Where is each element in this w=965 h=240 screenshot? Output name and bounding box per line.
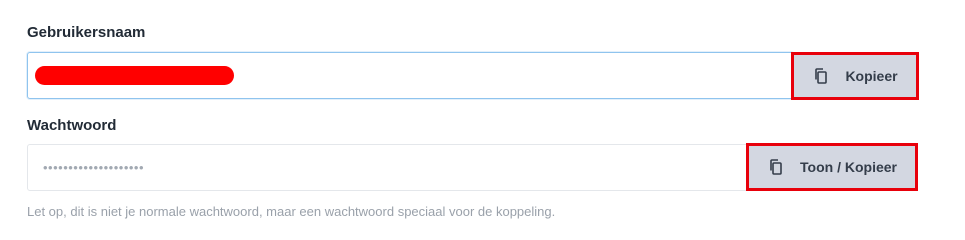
show-copy-password-button[interactable]: Toon / Kopieer: [746, 143, 918, 191]
copy-username-button[interactable]: Kopieer: [791, 52, 919, 100]
helper-text: Let op, dit is niet je normale wachtwoor…: [27, 204, 556, 219]
password-field[interactable]: ••••••••••••••••••••: [27, 144, 749, 191]
copy-icon: [767, 158, 785, 176]
copy-icon: [812, 67, 830, 85]
password-label: Wachtwoord: [27, 117, 117, 134]
masked-password-value: ••••••••••••••••••••: [43, 160, 145, 175]
username-label: Gebruikersnaam: [27, 24, 146, 41]
redacted-username-value: [35, 66, 234, 85]
copy-username-label: Kopieer: [845, 68, 898, 84]
username-field[interactable]: [27, 52, 794, 99]
show-copy-password-label: Toon / Kopieer: [800, 159, 897, 175]
